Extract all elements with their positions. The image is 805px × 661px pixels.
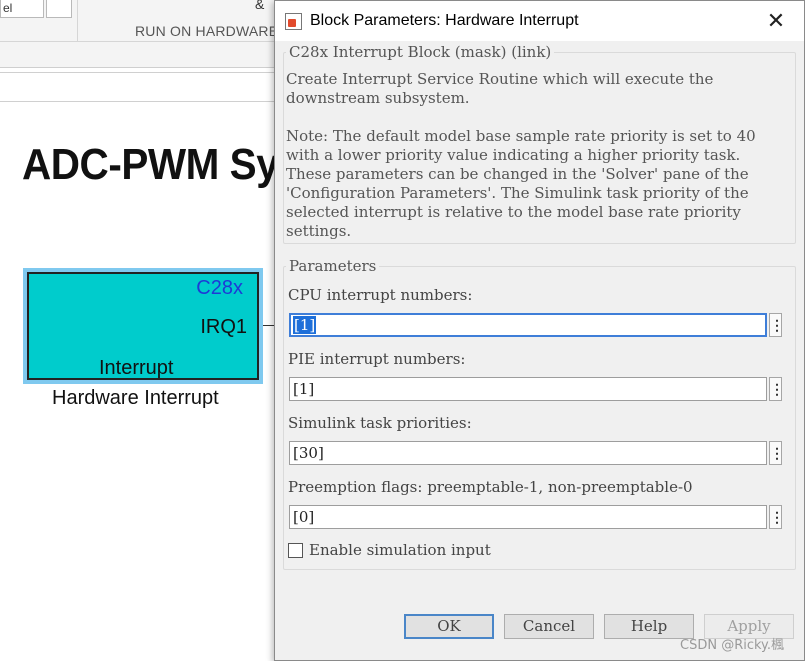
hardware-interrupt-block[interactable]: C28x IRQ1 Interrupt [23, 268, 263, 384]
pie-interrupt-more-icon[interactable]: ⋮ [769, 377, 784, 401]
toolstrip-ampersand: & [255, 0, 265, 12]
task-priorities-input[interactable]: [30] [289, 441, 767, 465]
toolstrip-dropdown-button[interactable] [46, 0, 72, 18]
pie-interrupt-input[interactable]: [1] [289, 377, 767, 401]
preemption-flags-input[interactable]: [0] [289, 505, 767, 529]
task-priorities-label: Simulink task priorities: [288, 414, 472, 432]
block-name-caption[interactable]: Hardware Interrupt [52, 387, 219, 410]
close-icon[interactable]: ✕ [762, 7, 790, 35]
toolstrip-left-section: el [0, 0, 78, 42]
cpu-interrupt-input[interactable]: [1] [289, 313, 767, 337]
mask-note-text: Note: The default model base sample rate… [286, 127, 756, 240]
task-priorities-more-icon[interactable]: ⋮ [769, 441, 784, 465]
model-title-annotation: ADC-PWM Sy [22, 140, 279, 189]
parameters-group-legend: Parameters [286, 257, 380, 275]
preemption-flags-more-icon[interactable]: ⋮ [769, 505, 784, 529]
block-parameters-dialog: Block Parameters: Hardware Interrupt ✕ C… [274, 0, 805, 661]
block-port-label: IRQ1 [200, 316, 247, 338]
simulink-app-icon [285, 13, 302, 30]
mask-group-legend: C28x Interrupt Block (mask) (link) [286, 43, 555, 61]
dialog-title: Block Parameters: Hardware Interrupt [310, 12, 579, 29]
enable-simulation-input-label[interactable]: Enable simulation input [309, 541, 491, 559]
csdn-watermark: CSDN @Ricky.楓 [680, 638, 785, 653]
ok-button[interactable]: OK [404, 614, 494, 639]
enable-simulation-input-checkbox[interactable] [288, 543, 303, 558]
block-top-label: C28x [196, 277, 243, 299]
cpu-interrupt-label: CPU interrupt numbers: [288, 286, 473, 304]
cpu-interrupt-more-icon[interactable]: ⋮ [769, 313, 784, 337]
toolstrip-left-button[interactable]: el [0, 0, 44, 18]
preemption-flags-label: Preemption flags: preemptable-1, non-pre… [288, 478, 693, 496]
cpu-interrupt-value: [1] [293, 316, 317, 334]
mask-description-text: Create Interrupt Service Routine which w… [286, 70, 714, 107]
dialog-titlebar[interactable]: Block Parameters: Hardware Interrupt ✕ [275, 1, 804, 41]
block-bottom-label: Interrupt [99, 357, 174, 379]
run-on-hardware-section-label: RUN ON HARDWARE [135, 23, 279, 39]
pie-interrupt-label: PIE interrupt numbers: [288, 350, 466, 368]
cancel-button[interactable]: Cancel [504, 614, 594, 639]
